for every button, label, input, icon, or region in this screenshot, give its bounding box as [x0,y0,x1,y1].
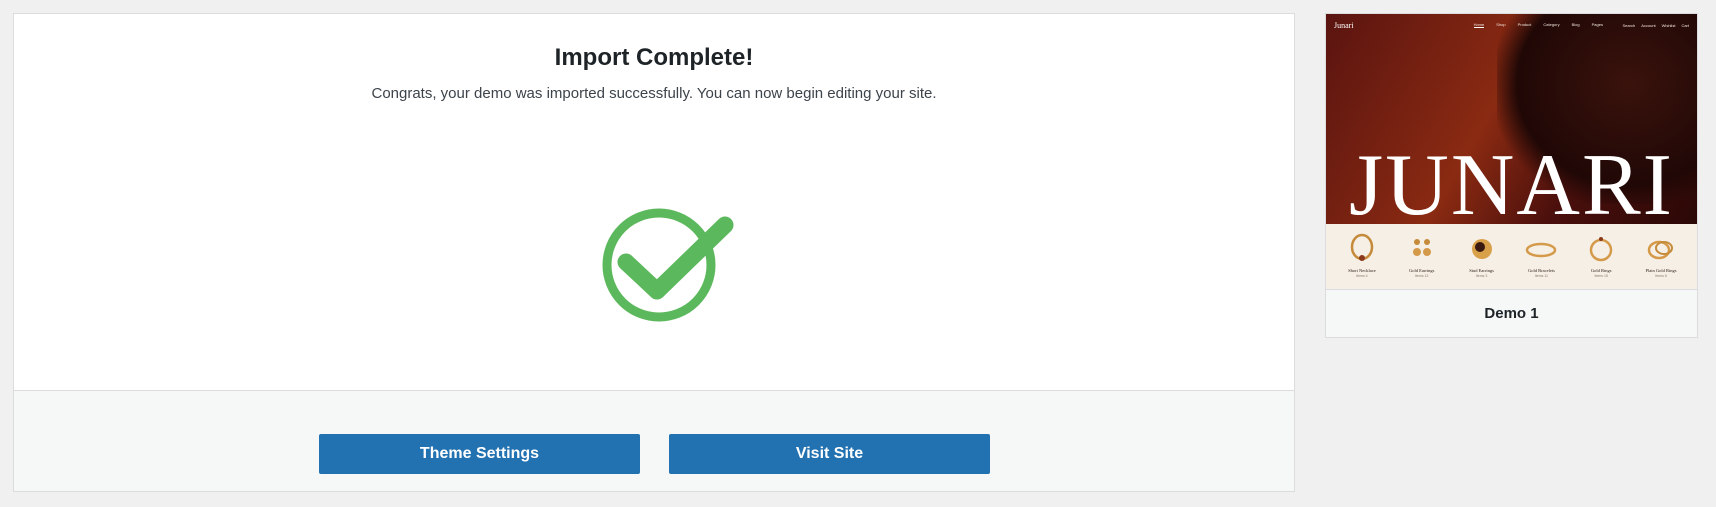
preview-hero: Junari Home Shop Product Category Blog P… [1326,14,1697,224]
preview-product: Gold Earrings Items 12 [1396,224,1448,289]
preview-product: Gold Bracelets Items 11 [1515,224,1567,289]
panel-body: Import Complete! Congrats, your demo was… [14,14,1294,390]
preview-util-item: Wishlist [1661,22,1676,28]
preview-product: Plain Gold Rings Items 6 [1635,224,1687,289]
preview-product-row: Short Necklace Items 4 Gold Earrings Ite… [1326,224,1697,289]
bracelet-icon [1526,242,1557,258]
preview-product: Gold Rings Items 15 [1575,224,1627,289]
visit-site-button[interactable]: Visit Site [669,434,990,474]
necklace-icon [1350,233,1374,261]
preview-menu-item: Blog [1571,22,1580,27]
theme-settings-button[interactable]: Theme Settings [319,434,640,474]
preview-menu-item: Pages [1591,22,1603,27]
preview-menu-item: Category [1543,22,1560,27]
preview-menu-item: Product [1517,22,1532,27]
check-circle-icon [589,179,749,329]
earrings-icon [1412,239,1431,256]
demo-preview-image[interactable]: Junari Home Shop Product Category Blog P… [1326,14,1697,289]
page-title: Import Complete! [554,44,754,71]
preview-brand-wordmark: JUNARI [1349,137,1674,225]
panel-footer: Theme Settings Visit Site [14,390,1294,491]
preview-menu-item: Home [1473,22,1485,28]
preview-util-item: Cart [1681,22,1689,28]
preview-logo: Junari [1334,20,1354,30]
import-complete-panel: Import Complete! Congrats, your demo was… [13,13,1295,492]
preview-util-item: Search [1622,22,1636,28]
preview-util-item: Account [1641,22,1656,28]
ring-icon [1589,237,1613,262]
preview-product: Short Necklace Items 4 [1336,224,1388,289]
demo-card[interactable]: Junari Home Shop Product Category Blog P… [1325,13,1698,338]
preview-nav: Junari Home Shop Product Category Blog P… [1334,18,1689,32]
demo-label[interactable]: Demo 1 [1326,289,1697,337]
preview-product: Stud Earrings Items 3 [1456,224,1508,289]
success-message: Congrats, your demo was imported success… [371,85,937,102]
stud-earring-icon [1471,239,1492,259]
plain-ring-icon [1647,240,1674,260]
preview-menu-item: Shop [1496,22,1506,27]
